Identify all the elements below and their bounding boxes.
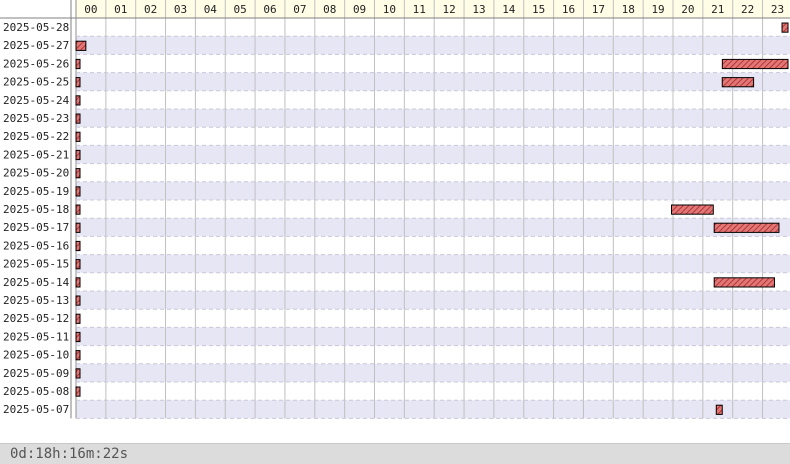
activity-bar bbox=[75, 77, 81, 88]
activity-bar bbox=[75, 186, 81, 197]
activity-bar bbox=[75, 149, 81, 161]
hour-label: 22 bbox=[741, 3, 754, 16]
activity-bar bbox=[75, 113, 81, 124]
activity-bar bbox=[75, 240, 81, 252]
hour-label: 01 bbox=[114, 3, 127, 16]
activity-bar bbox=[721, 58, 789, 70]
date-label: 2025-05-26 bbox=[3, 57, 69, 70]
row-background bbox=[76, 181, 790, 200]
row-background bbox=[76, 309, 790, 328]
activity-chart: 00 01 02 03 04 05 06 07 08 09 10 11 12 13 14 15 16 17 18 19… bbox=[0, 0, 790, 464]
row-background bbox=[76, 36, 790, 55]
activity-bar bbox=[713, 222, 780, 233]
activity-bar bbox=[75, 95, 81, 106]
hour-label: 03 bbox=[174, 3, 187, 16]
hour-label: 14 bbox=[502, 3, 516, 16]
hour-label: 21 bbox=[711, 3, 724, 16]
activity-bar bbox=[75, 168, 81, 179]
activity-bar bbox=[671, 204, 714, 215]
hour-label: 16 bbox=[562, 3, 575, 16]
hour-label: 13 bbox=[472, 3, 485, 16]
date-label: 2025-05-10 bbox=[3, 349, 69, 362]
hour-label: 10 bbox=[383, 3, 396, 16]
date-label: 2025-05-16 bbox=[3, 239, 69, 252]
hour-label: 15 bbox=[532, 3, 545, 16]
hour-label: 07 bbox=[293, 3, 306, 16]
row-background bbox=[76, 363, 790, 382]
activity-bar bbox=[715, 404, 723, 415]
row-background bbox=[76, 90, 790, 109]
total-duration: 0d:18h:16m:22s bbox=[10, 446, 129, 462]
date-label: 2025-05-20 bbox=[3, 167, 69, 180]
hour-label: 06 bbox=[263, 3, 276, 16]
date-label: 2025-05-08 bbox=[3, 385, 69, 398]
activity-bar bbox=[75, 222, 81, 233]
date-label: 2025-05-13 bbox=[3, 294, 69, 307]
row-background bbox=[76, 163, 790, 182]
date-label: 2025-05-27 bbox=[3, 39, 69, 52]
activity-bar bbox=[75, 331, 81, 343]
hour-label: 23 bbox=[771, 3, 784, 16]
activity-bar bbox=[721, 77, 755, 88]
activity-bar bbox=[75, 131, 81, 142]
date-label: 2025-05-15 bbox=[3, 258, 69, 271]
activity-bar bbox=[75, 313, 81, 324]
date-label: 2025-05-14 bbox=[3, 276, 70, 289]
row-background bbox=[76, 327, 790, 346]
activity-bar bbox=[75, 204, 81, 215]
hour-label: 12 bbox=[443, 3, 456, 16]
row-background bbox=[76, 18, 790, 37]
row-background bbox=[76, 54, 790, 73]
hour-label: 09 bbox=[353, 3, 366, 16]
hour-label: 11 bbox=[413, 3, 426, 16]
activity-timeline: 00 01 02 03 04 05 06 07 08 09 10 11 12 13 14 15 16 17 18 19… bbox=[0, 0, 790, 419]
row-background bbox=[76, 400, 790, 419]
activity-bar bbox=[75, 295, 81, 306]
activity-bar bbox=[781, 22, 789, 33]
activity-bar bbox=[75, 58, 81, 70]
hour-label: 17 bbox=[592, 3, 605, 16]
hour-label: 20 bbox=[681, 3, 694, 16]
row-background bbox=[76, 236, 790, 255]
date-label: 2025-05-21 bbox=[3, 148, 69, 161]
row-background bbox=[76, 127, 790, 146]
row-background bbox=[76, 382, 790, 401]
row-background bbox=[76, 254, 790, 273]
row-background bbox=[76, 291, 790, 310]
date-label: 2025-05-19 bbox=[3, 185, 69, 198]
date-label: 2025-05-25 bbox=[3, 76, 69, 89]
hour-label: 04 bbox=[204, 3, 218, 16]
row-background bbox=[76, 145, 790, 164]
activity-bar bbox=[713, 277, 775, 288]
row-background bbox=[76, 272, 790, 291]
date-label: 2025-05-17 bbox=[3, 221, 69, 234]
activity-bar bbox=[75, 350, 81, 361]
hour-label: 08 bbox=[323, 3, 336, 16]
date-label: 2025-05-11 bbox=[3, 330, 69, 343]
date-label: 2025-05-09 bbox=[3, 367, 69, 380]
hour-label: 00 bbox=[84, 3, 97, 16]
row-background bbox=[76, 345, 790, 364]
date-label: 2025-05-23 bbox=[3, 112, 69, 125]
date-label: 2025-05-24 bbox=[3, 94, 70, 107]
date-label: 2025-05-12 bbox=[3, 312, 69, 325]
activity-bar bbox=[75, 386, 81, 397]
date-label: 2025-05-07 bbox=[3, 403, 69, 416]
activity-bar bbox=[75, 277, 81, 288]
status-bar: 0d:18h:16m:22s bbox=[0, 443, 790, 464]
hour-label: 05 bbox=[234, 3, 247, 16]
date-label: 2025-05-22 bbox=[3, 130, 69, 143]
hour-label: 02 bbox=[144, 3, 157, 16]
date-label: 2025-05-28 bbox=[3, 21, 69, 34]
row-background bbox=[76, 109, 790, 128]
row-background bbox=[76, 72, 790, 91]
activity-bar bbox=[75, 259, 81, 270]
activity-bar bbox=[75, 368, 81, 379]
activity-bar bbox=[75, 40, 87, 51]
hour-label: 18 bbox=[622, 3, 635, 16]
row-background bbox=[76, 218, 790, 237]
date-label: 2025-05-18 bbox=[3, 203, 69, 216]
hour-label: 19 bbox=[651, 3, 664, 16]
